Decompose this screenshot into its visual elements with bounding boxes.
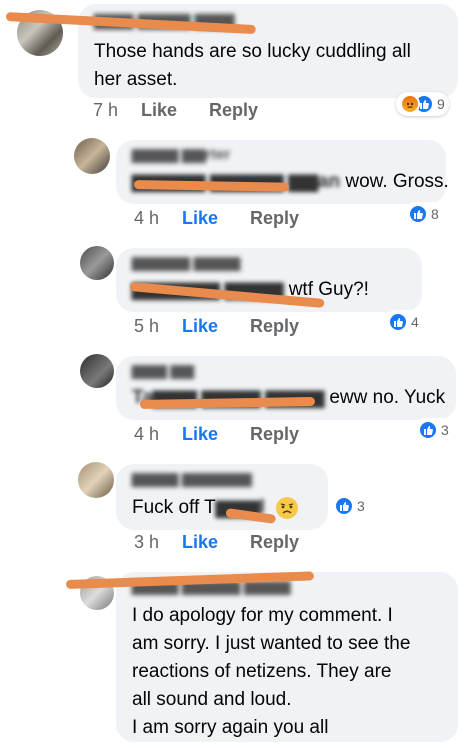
comment-author[interactable]: ▆▆▆ ▆▆ (132, 362, 440, 380)
comment-line: all sound and loud. (132, 689, 292, 710)
comment-body: Fuck off T (132, 497, 216, 518)
comment-actions: 5 h Like Reply (134, 316, 299, 337)
comment-author[interactable]: ▆▆▆▆ ▆▆▆▆▆▆ (132, 470, 312, 488)
comment-text: I do apology for my comment. I am sorry.… (132, 602, 442, 742)
comment-line: I am sorry again you all (132, 717, 329, 738)
like-icon (408, 204, 428, 224)
comment-actions: 4 h Like Reply (134, 208, 299, 229)
comment-line: am sorry. I just wanted to see the (132, 633, 411, 654)
comment-bubble: ▆▆▆ ▆▆ Ta▆▆▆ ▆▆▆▆ ▆▆▆▆ eww no. Yuck (116, 356, 456, 420)
comment-line: I do apology for my comment. I (132, 605, 393, 626)
angry-icon (400, 94, 420, 114)
like-button[interactable]: Like (182, 316, 218, 337)
comment-text: Fuck off T▆▆▆l (132, 494, 312, 522)
reply-button[interactable]: Reply (250, 424, 299, 445)
like-icon (418, 420, 438, 440)
disappointed-emoji-icon (276, 496, 299, 519)
reaction-summary[interactable]: 4 (384, 310, 423, 334)
comment-actions: 7 h Like Reply (93, 100, 258, 121)
comment-text: Those hands are so lucky cuddling all he… (94, 41, 411, 90)
reply-button[interactable]: Reply (250, 208, 299, 229)
comment-time[interactable]: 4 h (134, 208, 182, 229)
avatar[interactable] (78, 462, 114, 498)
like-button[interactable]: Like (141, 100, 177, 121)
reply-button[interactable]: Reply (209, 100, 258, 121)
reaction-count: 3 (441, 422, 449, 438)
avatar[interactable] (80, 354, 114, 388)
reaction-summary[interactable]: 9 (396, 92, 449, 116)
avatar[interactable] (80, 246, 114, 280)
comment-bubble: ▆▆▆▆ ▆▆▆▆▆ ▆▆▆▆ I do apology for my comm… (116, 572, 458, 742)
reaction-count: 3 (357, 498, 365, 514)
comment-bubble: ▆▆▆▆ ▆▆rter ▆▆▆▆▆ ▆▆▆▆▆ ▆▆an wow. Gross. (116, 140, 449, 204)
like-icon (334, 496, 354, 516)
comment-line: reactions of netizens. They are (132, 661, 392, 682)
reaction-summary[interactable]: 3 (330, 494, 369, 518)
comment-time[interactable]: 7 h (93, 100, 141, 121)
like-icon (388, 312, 408, 332)
reply-button[interactable]: Reply (250, 316, 299, 337)
reaction-count: 8 (431, 206, 439, 222)
like-button[interactable]: Like (182, 424, 218, 445)
reaction-summary[interactable]: 8 (404, 202, 443, 226)
reply-button[interactable]: Reply (250, 532, 299, 553)
reaction-count: 9 (437, 96, 445, 112)
comment-body: wow. Gross. (345, 171, 449, 192)
comment-time[interactable]: 3 h (134, 532, 182, 553)
like-button[interactable]: Like (182, 532, 218, 553)
reaction-summary[interactable]: 3 (414, 418, 453, 442)
comment-time[interactable]: 4 h (134, 424, 182, 445)
comment-time[interactable]: 5 h (134, 316, 182, 337)
comment-actions: 3 h Like Reply (134, 532, 299, 553)
like-button[interactable]: Like (182, 208, 218, 229)
comment-author[interactable]: ▆▆▆▆▆ ▆▆▆▆ (132, 254, 406, 272)
comment-body: eww no. Yuck (329, 387, 446, 408)
reaction-count: 4 (411, 314, 419, 330)
avatar[interactable] (74, 138, 110, 174)
comment-author[interactable]: ▆▆▆▆ ▆▆rter (132, 146, 430, 164)
comment-actions: 4 h Like Reply (134, 424, 299, 445)
comment-bubble: ▆▆▆▆ ▆▆▆▆▆▆ Fuck off T▆▆▆l (116, 464, 328, 530)
